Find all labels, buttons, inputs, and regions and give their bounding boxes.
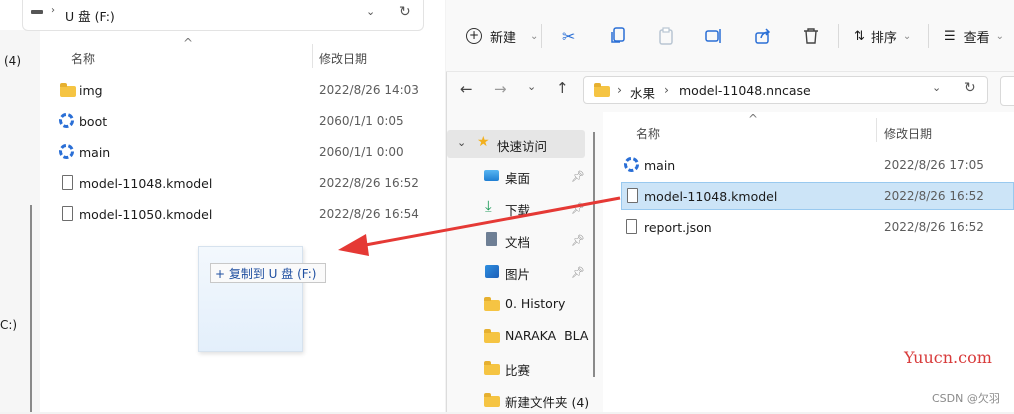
site-watermark: Yuucn.com — [904, 348, 992, 367]
arrow-head — [338, 234, 369, 256]
arrow-shaft — [359, 196, 621, 248]
annotation-arrow — [338, 196, 621, 256]
credit-watermark: CSDN @欠羽 — [932, 392, 1000, 405]
